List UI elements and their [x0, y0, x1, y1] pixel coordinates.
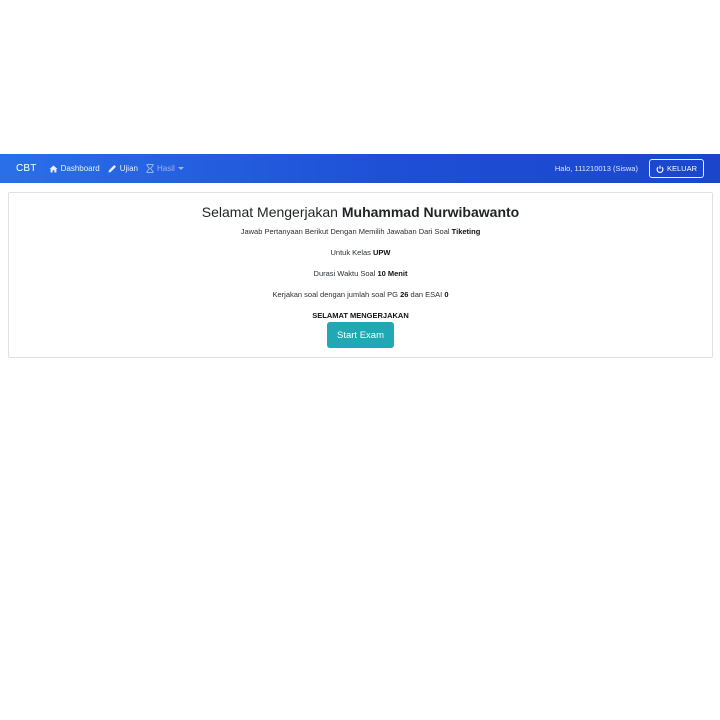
nav-item-dashboard-label: Dashboard — [60, 164, 100, 173]
home-icon — [49, 165, 58, 172]
student-name: Muhammad Nurwibawanto — [341, 204, 520, 220]
power-icon — [656, 165, 664, 173]
duration-label: Durasi Waktu Soal — [313, 269, 376, 278]
title-prefix: Selamat Mengerjakan — [201, 204, 338, 220]
logout-button[interactable]: KELUAR — [648, 159, 704, 178]
nav-item-hasil-dropdown[interactable]: Hasil — [146, 164, 184, 173]
brand-logo[interactable]: CBT — [16, 163, 37, 174]
nav-item-hasil-label: Hasil — [156, 164, 175, 173]
hourglass-icon — [146, 164, 154, 173]
essay-count: 0 — [444, 290, 449, 299]
class-label: Untuk Kelas — [330, 248, 371, 257]
duration-line: Durasi Waktu Soal 10 Menit — [9, 269, 712, 278]
pencil-icon — [108, 165, 116, 173]
start-exam-button[interactable]: Start Exam — [327, 322, 394, 348]
instruction-line: Jawab Pertanyaan Berikut Dengan Memilih … — [9, 227, 712, 236]
closing-text: SELAMAT MENGERJAKAN — [312, 311, 409, 320]
nav-item-ujian[interactable]: Ujian — [108, 164, 138, 173]
logout-label: KELUAR — [666, 164, 697, 173]
exam-intro-card: Selamat Mengerjakan Muhammad Nurwibawant… — [8, 192, 713, 358]
pg-count: 26 — [400, 290, 409, 299]
subject-name: Tiketing — [451, 227, 481, 236]
class-line: Untuk Kelas UPW — [9, 248, 712, 257]
page-title: Selamat Mengerjakan Muhammad Nurwibawant… — [9, 204, 712, 220]
class-value: UPW — [373, 248, 391, 257]
user-greeting: Halo, 111210013 (Siswa) — [554, 164, 638, 173]
nav-item-ujian-label: Ujian — [119, 164, 138, 173]
duration-value: 10 Menit — [377, 269, 408, 278]
question-count-line: Kerjakan soal dengan jumlah soal PG 26 d… — [9, 290, 712, 299]
essay-label: dan ESAI — [410, 290, 443, 299]
nav-item-dashboard[interactable]: Dashboard — [49, 164, 100, 173]
instruction-text: Jawab Pertanyaan Berikut Dengan Memilih … — [240, 227, 450, 236]
top-navbar: CBT Dashboard Ujian Hasil Halo, 11121001… — [0, 154, 720, 183]
count-label: Kerjakan soal dengan jumlah soal PG — [272, 290, 399, 299]
chevron-down-icon — [177, 167, 184, 170]
